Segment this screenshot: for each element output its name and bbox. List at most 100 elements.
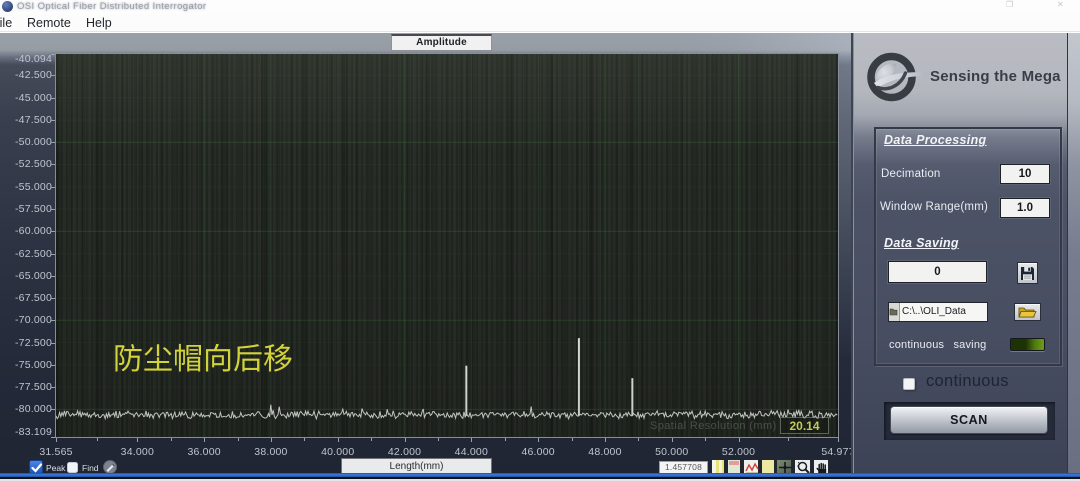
y-axis-tick (51, 209, 55, 210)
browse-folder-button[interactable] (1014, 303, 1041, 321)
menu-remote[interactable]: Remote (27, 16, 71, 30)
app-icon (2, 1, 13, 12)
find-checkbox[interactable] (67, 462, 78, 473)
save-path-value: C:\..\OLI_Data (900, 303, 987, 321)
close-window-button[interactable]: ✕ (1057, 0, 1064, 9)
x-axis-tick (605, 438, 606, 442)
x-axis-tick-label: 31.565 (39, 446, 72, 458)
peak-checkbox[interactable] (29, 460, 43, 474)
x-axis-tick (405, 438, 406, 442)
y-axis-tick-label: -80.000 (0, 403, 52, 415)
y-axis-tick (51, 365, 55, 366)
menu-file[interactable]: File (0, 16, 12, 30)
y-axis-tick (51, 54, 55, 55)
y-axis-tick-label: -50.000 (0, 136, 52, 148)
decimation-input[interactable]: 10 (1000, 164, 1050, 184)
y-axis-tick (51, 164, 55, 165)
y-axis-tick (51, 387, 55, 388)
y-axis-tick (51, 120, 55, 121)
y-axis-tick-label: -75.000 (0, 359, 52, 371)
x-axis-tick (838, 438, 839, 442)
y-axis-tick-label: -57.500 (0, 203, 52, 215)
restore-window-button[interactable]: ❐ (1006, 0, 1013, 9)
y-axis-tick-label: -83.109 (0, 426, 52, 438)
panel-right-strip (1067, 33, 1080, 473)
title-bar: OSI Optical Fiber Distributed Interrogat… (0, 0, 1080, 14)
menu-bar: File Remote Help (0, 14, 1080, 32)
save-path-input[interactable]: C:\..\OLI_Data (888, 302, 988, 322)
window-range-input[interactable]: 1.0 (1000, 198, 1050, 218)
y-axis-tick (51, 254, 55, 255)
y-axis-tick-label: -45.000 (0, 92, 52, 104)
palette-scale-format-button[interactable] (711, 459, 725, 474)
palette-lock-button[interactable] (761, 459, 775, 474)
cursor-tool-button[interactable] (776, 459, 792, 474)
x-axis-tick-label: 44.000 (455, 446, 488, 458)
x-axis-tick (739, 438, 740, 442)
x-axis-minor-tick (97, 438, 98, 441)
find-checkbox-label: Find (82, 463, 99, 473)
y-axis-tick-label: -40.094 (0, 53, 52, 65)
scan-button[interactable]: SCAN (890, 406, 1048, 434)
x-axis-tick-label: 52.000 (722, 446, 755, 458)
palette-autoscale-y-button[interactable] (743, 459, 759, 474)
path-type-icon (889, 303, 900, 321)
y-axis-tick-label: -72.500 (0, 337, 52, 349)
save-button[interactable] (1017, 262, 1038, 284)
x-axis-minor-tick (788, 438, 789, 441)
menu-help[interactable]: Help (86, 16, 112, 30)
zoom-tool-button[interactable] (794, 459, 811, 474)
x-axis-tick-label: 48.000 (588, 446, 621, 458)
x-axis-minor-tick (238, 438, 239, 441)
y-axis-tick (51, 409, 55, 410)
y-axis-tick (51, 75, 55, 76)
x-axis-tick-label: 54.977 (821, 446, 854, 458)
x-axis-tick-label: 38.000 (254, 446, 287, 458)
y-axis-tick (51, 298, 55, 299)
y-axis-tick-label: -60.000 (0, 225, 52, 237)
y-axis-tick-label: -70.000 (0, 314, 52, 326)
x-axis-minor-tick (371, 438, 372, 441)
x-axis-minor-tick (638, 438, 639, 441)
x-axis-tick (672, 438, 673, 442)
spatial-resolution-label: Spatial Resolution (mm) (650, 420, 777, 432)
x-axis-tick (538, 438, 539, 442)
y-axis-tick (51, 276, 55, 277)
decimation-label: Decimation (881, 168, 941, 180)
x-axis-tick-label: 40.000 (321, 446, 354, 458)
application-window: OSI Optical Fiber Distributed Interrogat… (0, 0, 1080, 481)
y-axis-tick-label: -67.500 (0, 292, 52, 304)
y-axis-tick-label: -55.000 (0, 181, 52, 193)
brand-name: Sensing the Mega (930, 68, 1061, 85)
continuous-saving-label: continuous saving (889, 339, 986, 351)
brand-logo-icon (867, 52, 931, 107)
continuous-checkbox[interactable] (903, 378, 915, 390)
y-axis-tick (51, 343, 55, 344)
x-axis-minor-tick (304, 438, 305, 441)
continuous-saving-led[interactable] (1010, 338, 1045, 351)
spatial-resolution-box: 20.14 (780, 417, 829, 434)
x-axis-tick (137, 438, 138, 442)
peak-checkbox-label: Peak (46, 463, 65, 473)
x-axis-tick (56, 438, 57, 442)
spatial-resolution-value: 20.14 (781, 418, 828, 434)
y-axis-tick (51, 187, 55, 188)
file-count-input[interactable]: 0 (888, 261, 987, 283)
y-axis-tick (51, 437, 55, 438)
y-axis-tick-label: -62.500 (0, 248, 52, 260)
window-title: OSI Optical Fiber Distributed Interrogat… (17, 1, 206, 12)
y-axis-tick-label: -52.500 (0, 158, 52, 170)
x-axis-minor-tick (171, 438, 172, 441)
y-axis-tick (51, 320, 55, 321)
x-axis-tick-label: 36.000 (187, 446, 220, 458)
y-axis-tick-label: -42.500 (0, 69, 52, 81)
x-axis-minor-tick (572, 438, 573, 441)
data-processing-title: Data Processing (884, 133, 986, 147)
x-axis-minor-tick (705, 438, 706, 441)
x-axis-tick (271, 438, 272, 442)
palette-autoscale-x-button[interactable] (727, 459, 741, 474)
data-saving-title: Data Saving (884, 236, 959, 250)
y-axis-tick-label: -47.500 (0, 114, 52, 126)
pan-tool-button[interactable] (813, 459, 829, 474)
plot-canvas[interactable] (55, 53, 839, 438)
